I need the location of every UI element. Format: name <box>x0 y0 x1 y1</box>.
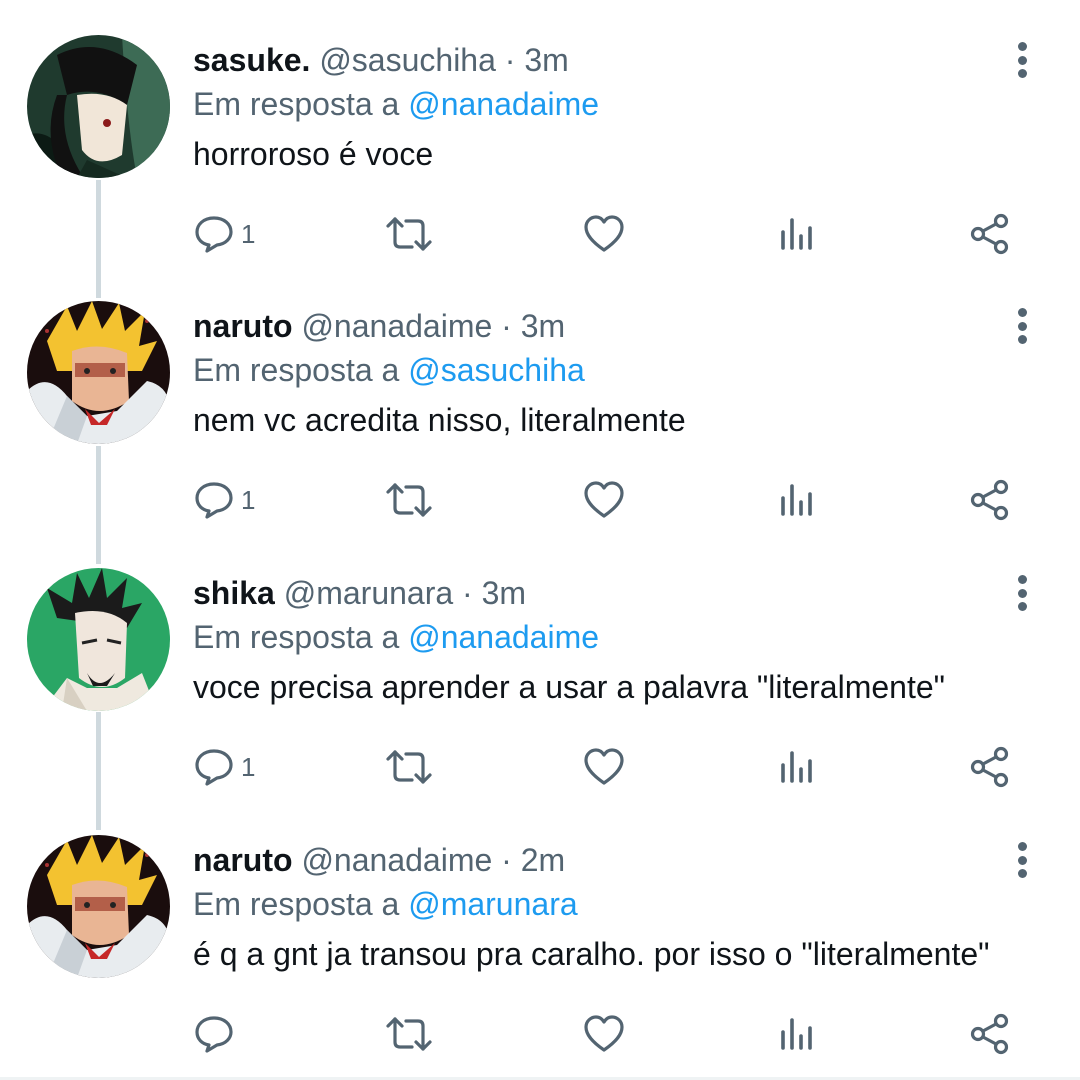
reply-prefix: Em resposta a <box>193 352 400 388</box>
reply-context: Em resposta a @sasuchiha <box>193 348 1020 392</box>
reply-mention[interactable]: @nanadaime <box>408 619 599 655</box>
like-button[interactable] <box>583 745 625 789</box>
retweet-icon <box>386 750 432 784</box>
reply-count: 1 <box>241 484 256 515</box>
avatar[interactable] <box>27 35 170 178</box>
reply-mention[interactable]: @sasuchiha <box>408 352 585 388</box>
reply-icon <box>195 482 233 519</box>
more-icon[interactable] <box>1011 308 1033 344</box>
retweet-icon <box>386 483 432 517</box>
tweet[interactable]: naruto @nanadaime · 3m Em resposta a @sa… <box>0 266 1080 533</box>
reply-prefix: Em resposta a <box>193 86 400 122</box>
handle[interactable]: @marunara <box>284 575 453 611</box>
views-icon <box>781 484 812 516</box>
avatar[interactable] <box>27 568 170 711</box>
views-icon <box>781 1018 812 1050</box>
share-icon <box>970 213 1009 255</box>
reply-prefix: Em resposta a <box>193 619 400 655</box>
reply-icon <box>195 216 233 253</box>
action-bar: 1 <box>193 745 1023 789</box>
views-icon <box>781 218 812 250</box>
views-icon <box>781 751 812 783</box>
reply-context: Em resposta a @nanadaime <box>193 615 1020 659</box>
tweet-text: é q a gnt ja transou pra caralho. por is… <box>193 936 990 972</box>
avatar-image <box>27 568 170 711</box>
tweet-content: naruto @nanadaime · 2m Em resposta a @ma… <box>193 838 1020 982</box>
share-icon <box>970 746 1009 788</box>
heart-icon <box>584 1015 624 1052</box>
views-button[interactable] <box>777 1012 817 1056</box>
timestamp[interactable]: · 2m <box>501 842 565 878</box>
action-bar: 1 <box>193 478 1023 522</box>
timestamp[interactable]: · 3m <box>501 308 565 344</box>
reply-context: Em resposta a @marunara <box>193 882 1020 926</box>
share-button[interactable] <box>969 212 1011 256</box>
reply-button[interactable] <box>193 1012 241 1056</box>
handle[interactable]: @nanadaime <box>301 308 492 344</box>
action-bar: 1 <box>193 212 1023 256</box>
tweet-header: sasuke. @sasuchiha · 3m <box>193 38 1020 82</box>
timestamp[interactable]: · 3m <box>505 42 569 78</box>
reply-button[interactable]: 1 <box>193 745 255 789</box>
share-button[interactable] <box>969 478 1011 522</box>
tweet-text: voce precisa aprender a usar a palavra "… <box>193 669 945 705</box>
views-button[interactable] <box>777 212 817 256</box>
like-button[interactable] <box>583 478 625 522</box>
more-icon[interactable] <box>1011 842 1033 878</box>
tweet[interactable]: sasuke. @sasuchiha · 3m Em resposta a @n… <box>0 0 1080 267</box>
tweet[interactable]: shika @marunara · 3m Em resposta a @nana… <box>0 533 1080 800</box>
avatar-image <box>27 301 170 444</box>
tweet-header: shika @marunara · 3m <box>193 571 1020 615</box>
reply-mention[interactable]: @marunara <box>408 886 577 922</box>
like-button[interactable] <box>583 212 625 256</box>
more-icon[interactable] <box>1011 42 1033 78</box>
reply-icon <box>195 1016 233 1053</box>
retweet-button[interactable] <box>385 478 433 522</box>
retweet-icon <box>386 1017 432 1051</box>
timestamp[interactable]: · 3m <box>462 575 526 611</box>
reply-count: 1 <box>241 218 256 249</box>
reply-count: 1 <box>241 751 256 782</box>
handle[interactable]: @sasuchiha <box>319 42 496 78</box>
handle[interactable]: @nanadaime <box>301 842 492 878</box>
action-bar <box>193 1012 1023 1056</box>
reply-prefix: Em resposta a <box>193 886 400 922</box>
avatar-image <box>27 35 170 178</box>
reply-button[interactable]: 1 <box>193 478 255 522</box>
reply-context: Em resposta a @nanadaime <box>193 82 1020 126</box>
retweet-button[interactable] <box>385 1012 433 1056</box>
display-name[interactable]: naruto <box>193 308 293 344</box>
share-button[interactable] <box>969 745 1011 789</box>
tweet-text: horroroso é voce <box>193 136 434 172</box>
heart-icon <box>584 748 624 785</box>
views-button[interactable] <box>777 478 817 522</box>
tweet-text: nem vc acredita nisso, literalmente <box>193 402 686 438</box>
reply-icon <box>195 749 233 786</box>
more-icon[interactable] <box>1011 575 1033 611</box>
heart-icon <box>584 215 624 252</box>
like-button[interactable] <box>583 1012 625 1056</box>
reply-mention[interactable]: @nanadaime <box>408 86 599 122</box>
retweet-icon <box>386 217 432 251</box>
tweet-header: naruto @nanadaime · 2m <box>193 838 1020 882</box>
reply-button[interactable]: 1 <box>193 212 255 256</box>
share-icon <box>970 1013 1009 1055</box>
tweet-content: sasuke. @sasuchiha · 3m Em resposta a @n… <box>193 38 1020 182</box>
retweet-button[interactable] <box>385 745 433 789</box>
heart-icon <box>584 481 624 518</box>
avatar[interactable] <box>27 835 170 978</box>
tweet-content: shika @marunara · 3m Em resposta a @nana… <box>193 571 1020 715</box>
views-button[interactable] <box>777 745 817 789</box>
tweet-content: naruto @nanadaime · 3m Em resposta a @sa… <box>193 304 1020 448</box>
share-icon <box>970 479 1009 521</box>
retweet-button[interactable] <box>385 212 433 256</box>
tweet-header: naruto @nanadaime · 3m <box>193 304 1020 348</box>
tweet[interactable]: naruto @nanadaime · 2m Em resposta a @ma… <box>0 800 1080 1067</box>
display-name[interactable]: naruto <box>193 842 293 878</box>
display-name[interactable]: sasuke. <box>193 42 310 78</box>
display-name[interactable]: shika <box>193 575 275 611</box>
avatar[interactable] <box>27 301 170 444</box>
avatar-image <box>27 835 170 978</box>
share-button[interactable] <box>969 1012 1011 1056</box>
